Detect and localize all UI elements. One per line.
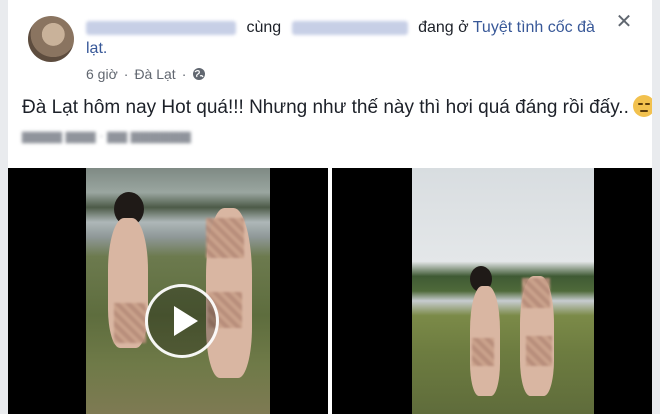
post-text: Đà Lạt hôm nay Hot quá!!! Nhưng như thế …: [22, 94, 652, 122]
meta-separator-2: ·: [181, 66, 187, 82]
censor-pixelation: [206, 218, 244, 258]
with-connector: cùng: [246, 19, 282, 36]
censor-pixelation: [526, 336, 552, 366]
censor-pixelation: [522, 278, 550, 308]
post-header: cùng đang ở Tuyệt tình cốc đà lạt.: [86, 17, 606, 59]
timestamp[interactable]: 6 giờ: [86, 66, 118, 82]
unamused-face-emoji-icon: [632, 95, 652, 117]
avatar[interactable]: [28, 16, 74, 62]
video-thumbnail-2[interactable]: [332, 168, 652, 414]
post-card: cùng đang ở Tuyệt tình cốc đà lạt. ✕ 6 g…: [8, 0, 652, 414]
censor-pixelation: [472, 338, 494, 366]
close-icon[interactable]: ✕: [614, 12, 634, 32]
post-meta: 6 giờ · Đà Lạt ·: [86, 66, 206, 82]
video-frame: [412, 168, 594, 414]
censor-pixelation: [114, 303, 146, 343]
globe-icon[interactable]: [192, 67, 206, 81]
at-connector: đang ở: [418, 19, 469, 36]
video-frame: [86, 168, 270, 414]
video-thumbnail-1[interactable]: [8, 168, 328, 414]
location-link[interactable]: Đà Lạt: [134, 66, 175, 82]
post-message: Đà Lạt hôm nay Hot quá!!! Nhưng như thế …: [22, 97, 629, 118]
author-name-blurred[interactable]: [86, 20, 236, 35]
tagged-people-blurred: ▆▆▆▆ ▆▆▆ · ▆▆ ▆▆▆▆▆▆: [22, 128, 191, 143]
meta-separator: ·: [123, 66, 129, 82]
tagged-friend-blurred[interactable]: [291, 20, 408, 35]
play-icon[interactable]: [145, 284, 219, 358]
